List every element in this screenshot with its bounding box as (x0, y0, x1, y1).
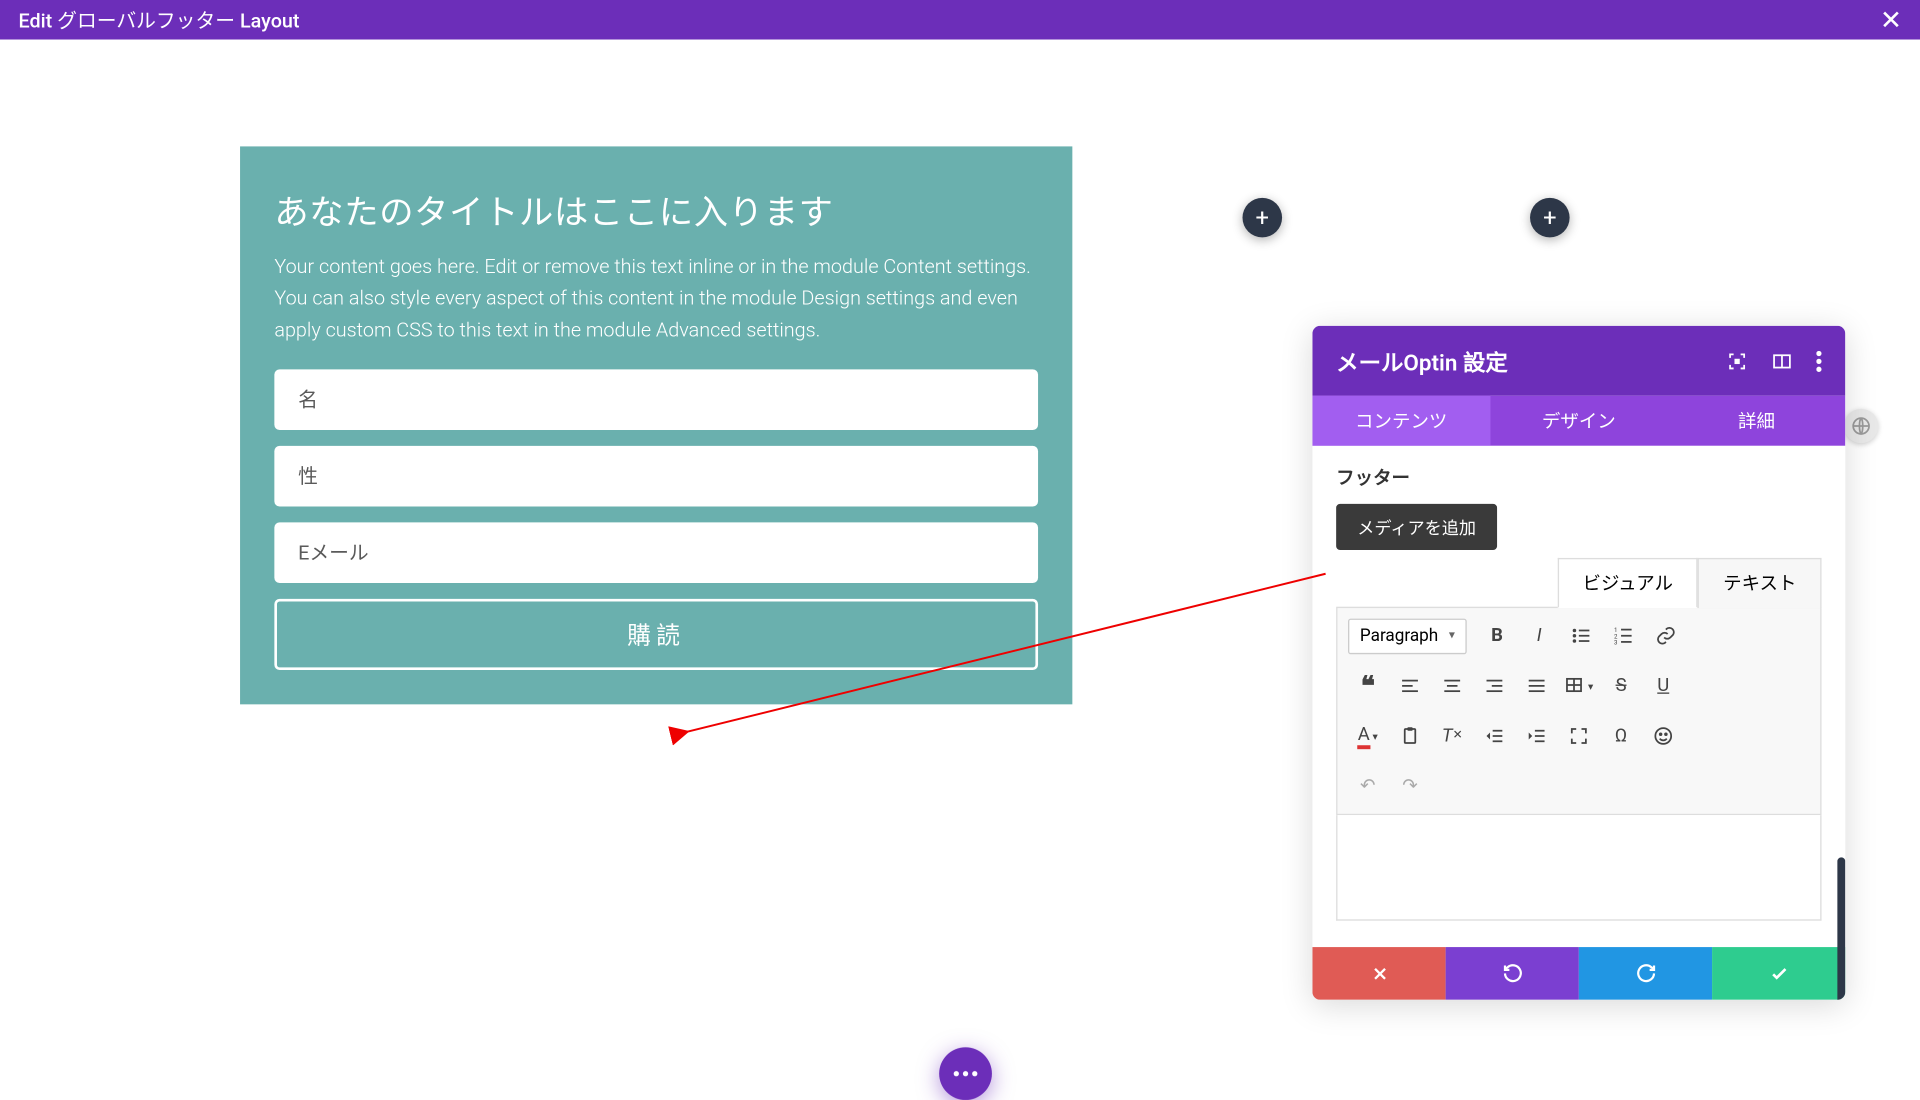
bullet-list-icon[interactable] (1562, 616, 1602, 656)
settings-panel: メールOptin 設定 コンテンツ デザイン 詳細 フッター メディアを追加 ビ… (1312, 326, 1845, 1000)
panel-header[interactable]: メールOptin 設定 (1312, 326, 1845, 396)
subscribe-button[interactable]: 購読 (274, 599, 1038, 670)
undo-button[interactable] (1446, 947, 1579, 1000)
tab-advanced[interactable]: 詳細 (1668, 396, 1846, 446)
editor-toolbar: Paragraph B I 123 ❝ ▾ S U A▾ T✕ (1336, 607, 1821, 815)
cancel-button[interactable] (1312, 947, 1445, 1000)
email-field[interactable] (274, 522, 1038, 583)
svg-text:3: 3 (1614, 639, 1618, 647)
table-icon[interactable]: ▾ (1559, 666, 1599, 706)
page-title: Edit グローバルフッター Layout (18, 6, 299, 34)
panel-title: メールOptin 設定 (1336, 344, 1508, 377)
redo-button[interactable] (1579, 947, 1712, 1000)
bold-icon[interactable]: B (1477, 616, 1517, 656)
undo-icon[interactable]: ↶ (1348, 766, 1388, 806)
canvas: あなたのタイトルはここに入ります Your content goes here.… (0, 40, 1920, 1093)
strikethrough-icon[interactable]: S (1601, 666, 1641, 706)
emoji-icon[interactable] (1643, 716, 1683, 756)
add-button[interactable]: + (1242, 198, 1282, 238)
tab-design[interactable]: デザイン (1490, 396, 1668, 446)
number-list-icon[interactable]: 123 (1604, 616, 1644, 656)
close-icon[interactable]: ✕ (1880, 7, 1902, 33)
text-color-icon[interactable]: A▾ (1348, 716, 1388, 756)
editor-tab-visual[interactable]: ビジュアル (1557, 558, 1698, 608)
align-justify-icon[interactable] (1517, 666, 1557, 706)
clear-format-icon[interactable]: T✕ (1432, 716, 1472, 756)
editor-textarea[interactable] (1336, 815, 1821, 921)
field-label: フッター (1336, 464, 1821, 490)
link-icon[interactable] (1646, 616, 1686, 656)
panel-footer (1312, 947, 1845, 1000)
globe-icon[interactable] (1844, 409, 1878, 443)
indent-icon[interactable] (1517, 716, 1557, 756)
outdent-icon[interactable] (1475, 716, 1515, 756)
editor-tab-text[interactable]: テキスト (1698, 558, 1821, 608)
focus-icon[interactable] (1727, 350, 1748, 371)
confirm-button[interactable] (1712, 947, 1845, 1000)
top-bar: Edit グローバルフッター Layout ✕ (0, 0, 1920, 40)
columns-icon[interactable] (1771, 350, 1792, 371)
last-name-field[interactable] (274, 446, 1038, 507)
add-media-button[interactable]: メディアを追加 (1336, 504, 1497, 550)
module-title[interactable]: あなたのタイトルはここに入ります (274, 186, 1038, 235)
tab-content[interactable]: コンテンツ (1312, 396, 1490, 446)
paste-icon[interactable] (1390, 716, 1430, 756)
panel-body: フッター メディアを追加 ビジュアル テキスト Paragraph B I 12… (1312, 446, 1845, 947)
add-button[interactable]: + (1530, 198, 1570, 238)
format-select[interactable]: Paragraph (1348, 618, 1467, 654)
scrollbar[interactable] (1837, 857, 1845, 999)
underline-icon[interactable]: U (1643, 666, 1683, 706)
panel-tabs: コンテンツ デザイン 詳細 (1312, 396, 1845, 446)
redo-icon[interactable]: ↷ (1390, 766, 1430, 806)
quote-icon[interactable]: ❝ (1348, 666, 1388, 706)
fullscreen-icon[interactable] (1559, 716, 1599, 756)
more-icon[interactable] (1816, 350, 1821, 371)
optin-module[interactable]: あなたのタイトルはここに入ります Your content goes here.… (240, 146, 1072, 704)
omega-icon[interactable]: Ω (1601, 716, 1641, 756)
align-left-icon[interactable] (1390, 666, 1430, 706)
align-right-icon[interactable] (1475, 666, 1515, 706)
align-center-icon[interactable] (1432, 666, 1472, 706)
first-name-field[interactable] (274, 369, 1038, 430)
italic-icon[interactable]: I (1519, 616, 1559, 656)
fab-more-button[interactable] (939, 1047, 992, 1100)
module-body[interactable]: Your content goes here. Edit or remove t… (274, 251, 1038, 346)
